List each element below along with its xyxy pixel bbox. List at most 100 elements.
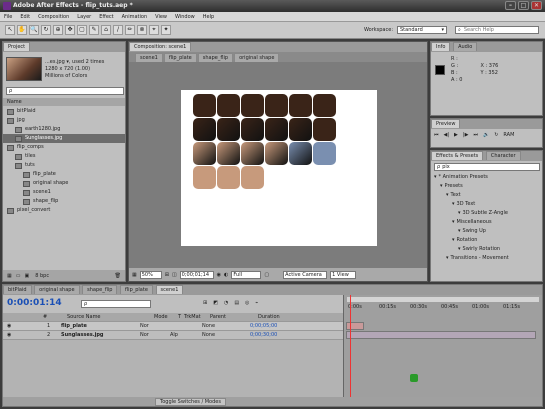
menu-effect[interactable]: Effect bbox=[99, 14, 113, 20]
disclosure-triangle-icon[interactable]: ▾ bbox=[458, 209, 461, 218]
new-folder-icon[interactable]: ▭ bbox=[16, 273, 21, 279]
snapshot-icon[interactable]: ◉ bbox=[217, 272, 221, 278]
effects-search-input[interactable]: ρ pix bbox=[434, 163, 540, 171]
rotate-tool-icon[interactable]: ↻ bbox=[41, 25, 51, 35]
project-item[interactable]: Sunglasses.jpg bbox=[3, 134, 125, 143]
tab-scene1[interactable]: scene1 bbox=[155, 285, 184, 294]
breadcrumb-shape-flip[interactable]: shape_flip bbox=[197, 52, 234, 62]
help-search-input[interactable]: ⌕ Search Help bbox=[455, 26, 539, 34]
last-frame-icon[interactable]: ⏭ bbox=[473, 132, 478, 138]
roto-brush-tool-icon[interactable]: ⌖ bbox=[149, 25, 159, 35]
project-item[interactable]: tuts bbox=[3, 161, 125, 170]
comp-mini-flowchart-icon[interactable]: ⊞ bbox=[203, 300, 207, 306]
play-icon[interactable]: ▶ bbox=[454, 132, 458, 138]
tab-audio[interactable]: Audio bbox=[453, 42, 478, 51]
disclosure-triangle-icon[interactable]: ▾ bbox=[434, 173, 437, 182]
disclosure-triangle-icon[interactable]: ▾ bbox=[446, 191, 449, 200]
menu-composition[interactable]: Composition bbox=[38, 14, 69, 20]
clone-tool-icon[interactable]: ✏ bbox=[125, 25, 135, 35]
close-button[interactable]: ✕ bbox=[531, 1, 542, 10]
tab-flip-plate[interactable]: flip_plate bbox=[120, 285, 153, 294]
zoom-tool-icon[interactable]: 🔍 bbox=[29, 25, 39, 35]
project-item[interactable]: bitPlaid bbox=[3, 107, 125, 116]
grid-icon[interactable]: ▦ bbox=[132, 272, 137, 278]
eraser-tool-icon[interactable]: ⊗ bbox=[137, 25, 147, 35]
effects-item[interactable]: ▾ 3D Text bbox=[431, 200, 542, 209]
shy-icon[interactable]: ◔ bbox=[224, 300, 228, 306]
text-tool-icon[interactable]: ⌂ bbox=[101, 25, 111, 35]
breadcrumb-scene1[interactable]: scene1 bbox=[135, 52, 163, 62]
tab-info[interactable]: Info bbox=[431, 42, 451, 51]
ram-preview-button[interactable]: RAM bbox=[503, 132, 514, 138]
tab-preview[interactable]: Preview bbox=[431, 119, 461, 128]
effects-item[interactable]: ▾ Transitions - Movement bbox=[431, 254, 542, 263]
workspace-dropdown[interactable]: Standard ▾ bbox=[397, 26, 447, 34]
tab-effects-presets[interactable]: Effects & Presets bbox=[431, 151, 484, 160]
project-search-input[interactable]: ρ bbox=[6, 87, 124, 95]
brush-tool-icon[interactable]: / bbox=[113, 25, 123, 35]
project-item[interactable]: flip_plate bbox=[3, 170, 125, 179]
effects-item[interactable]: ▾ * Animation Presets bbox=[431, 173, 542, 182]
graph-editor-icon[interactable]: ⌁ bbox=[255, 300, 258, 306]
tab-original-shape[interactable]: original shape bbox=[34, 285, 80, 294]
effects-item[interactable]: ▾ 3D Subtle Z-Angle bbox=[431, 209, 542, 218]
roi-icon[interactable]: ▢ bbox=[264, 272, 269, 278]
safe-zones-icon[interactable]: ⊞ bbox=[165, 272, 169, 278]
current-time-indicator[interactable] bbox=[350, 295, 351, 397]
menu-view[interactable]: View bbox=[155, 14, 167, 20]
camera-dropdown[interactable]: Active Camera bbox=[283, 270, 328, 279]
menu-edit[interactable]: Edit bbox=[20, 14, 30, 20]
project-item[interactable]: earth1280.jpg bbox=[3, 125, 125, 134]
disclosure-triangle-icon[interactable]: ▾ bbox=[446, 254, 449, 263]
table-row[interactable]: ◉ 1 flip_plate Nor None 0;00;05;00 bbox=[3, 322, 343, 331]
timeline-search-input[interactable]: ρ bbox=[81, 300, 151, 308]
layer-bar-sunglasses[interactable] bbox=[346, 331, 536, 339]
puppet-tool-icon[interactable]: ✦ bbox=[161, 25, 171, 35]
layer-bar-flip-plate[interactable] bbox=[346, 322, 364, 330]
work-area-bar[interactable] bbox=[347, 297, 539, 302]
time-ruler[interactable]: 0:00s 00:15s 00:30s 00:45s 01:00s 01:15s bbox=[344, 303, 542, 313]
resolution-dropdown[interactable]: Full bbox=[231, 270, 262, 279]
header-source-name[interactable]: Source Name bbox=[67, 314, 127, 320]
channel-icon[interactable]: ◐ bbox=[224, 272, 228, 278]
eye-icon[interactable]: ◉ bbox=[7, 332, 12, 338]
delete-icon[interactable]: 🗑 bbox=[115, 273, 121, 279]
zoom-dropdown[interactable]: 50% bbox=[139, 270, 162, 279]
current-time-field[interactable]: 0;00;01;14 bbox=[179, 270, 214, 279]
minimize-button[interactable]: – bbox=[505, 1, 516, 10]
column-name-label[interactable]: Name bbox=[7, 99, 22, 105]
trash-icon[interactable]: ▦ bbox=[7, 273, 12, 279]
draft-3d-icon[interactable]: ◩ bbox=[213, 300, 218, 306]
tab-bitplaid[interactable]: bitPlaid bbox=[3, 285, 32, 294]
tab-project[interactable]: Project bbox=[3, 42, 31, 51]
disclosure-triangle-icon[interactable]: ▾ bbox=[458, 227, 461, 236]
menu-layer[interactable]: Layer bbox=[77, 14, 91, 20]
effects-item[interactable]: ▾ Presets bbox=[431, 182, 542, 191]
tab-composition[interactable]: Composition: scene1 bbox=[129, 42, 192, 51]
loop-icon[interactable]: ↻ bbox=[494, 132, 498, 138]
project-item[interactable]: scene1 bbox=[3, 188, 125, 197]
project-item[interactable]: tiles bbox=[3, 152, 125, 161]
project-item[interactable]: original shape bbox=[3, 179, 125, 188]
pan-behind-tool-icon[interactable]: ✥ bbox=[65, 25, 75, 35]
disclosure-triangle-icon[interactable]: ▾ bbox=[458, 245, 461, 254]
project-item[interactable]: pixel_convert bbox=[3, 206, 125, 215]
motion-blur-icon[interactable]: ◎ bbox=[245, 300, 249, 306]
tab-character[interactable]: Character bbox=[485, 151, 521, 160]
menu-file[interactable]: File bbox=[4, 14, 12, 20]
bpc-label[interactable]: 8 bpc bbox=[35, 273, 49, 279]
new-comp-icon[interactable]: ▣ bbox=[24, 273, 29, 279]
breadcrumb-flip-plate[interactable]: flip_plate bbox=[163, 52, 197, 62]
eye-icon[interactable]: ◉ bbox=[7, 323, 12, 329]
camera-tool-icon[interactable]: ⊕ bbox=[53, 25, 63, 35]
pen-tool-icon[interactable]: ✎ bbox=[89, 25, 99, 35]
project-item[interactable]: jpg bbox=[3, 116, 125, 125]
selection-tool-icon[interactable]: ↖ bbox=[5, 25, 15, 35]
maximize-button[interactable]: □ bbox=[518, 1, 529, 10]
disclosure-triangle-icon[interactable]: ▾ bbox=[440, 182, 443, 191]
effects-item[interactable]: ▾ Swing Up bbox=[431, 227, 542, 236]
menu-help[interactable]: Help bbox=[203, 14, 214, 20]
project-item[interactable]: shape_flip bbox=[3, 197, 125, 206]
effects-item[interactable]: ▾ Swirly Rotation bbox=[431, 245, 542, 254]
table-row[interactable]: ◉ 2 Sunglasses.jpg Nor Alp None 0;00;30;00 bbox=[3, 331, 343, 340]
